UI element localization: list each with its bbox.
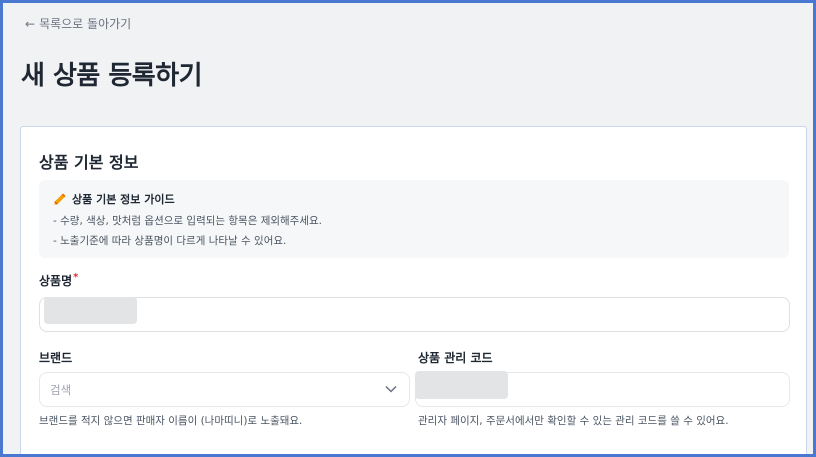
brand-search-select[interactable]: 검색 bbox=[39, 372, 410, 407]
brand-search-placeholder: 검색 bbox=[50, 383, 72, 397]
guide-header: 상품 기본 정보 가이드 bbox=[53, 191, 175, 207]
product-code-input[interactable] bbox=[415, 371, 790, 407]
page-title: 새 상품 등록하기 bbox=[21, 61, 203, 91]
brand-label: 브랜드 bbox=[39, 351, 73, 365]
section-title: 상품 기본 정보 bbox=[39, 153, 139, 172]
product-basic-info-card: 상품 기본 정보 상품 기본 정보 가이드 - 수량, 색상, 맛처럼 옵션으로… bbox=[20, 126, 807, 454]
redacted-value bbox=[415, 371, 508, 399]
pencil-icon bbox=[54, 193, 66, 205]
guide-box: 상품 기본 정보 가이드 - 수량, 색상, 맛처럼 옵션으로 입력되는 항목은… bbox=[39, 180, 789, 258]
arrow-left-icon: ← bbox=[25, 16, 36, 31]
product-name-label-text: 상품명 bbox=[39, 274, 73, 288]
back-link-label: 목록으로 돌아가기 bbox=[39, 17, 132, 31]
guide-title: 상품 기본 정보 가이드 bbox=[72, 193, 175, 206]
product-code-label: 상품 관리 코드 bbox=[418, 351, 493, 365]
guide-line-2: - 노출기준에 따라 상품명이 다르게 나타날 수 있어요. bbox=[53, 235, 287, 247]
redacted-value bbox=[44, 297, 137, 324]
chevron-down-icon bbox=[385, 385, 397, 393]
product-name-input[interactable] bbox=[39, 297, 790, 332]
product-code-help-text: 관리자 페이지, 주문서에서만 확인할 수 있는 관리 코드를 쓸 수 있어요. bbox=[418, 415, 729, 427]
app-window: ← 목록으로 돌아가기 새 상품 등록하기 상품 기본 정보 상품 기본 정보 … bbox=[0, 0, 816, 457]
back-to-list-link[interactable]: ← 목록으로 돌아가기 bbox=[25, 15, 131, 32]
brand-help-text: 브랜드를 적지 않으면 판매자 이름이 (나마띠니)로 노출돼요. bbox=[39, 415, 303, 427]
product-name-label: 상품명* bbox=[39, 272, 78, 289]
guide-line-1: - 수량, 색상, 맛처럼 옵션으로 입력되는 항목은 제외해주세요. bbox=[53, 215, 323, 227]
required-mark: * bbox=[73, 272, 79, 283]
